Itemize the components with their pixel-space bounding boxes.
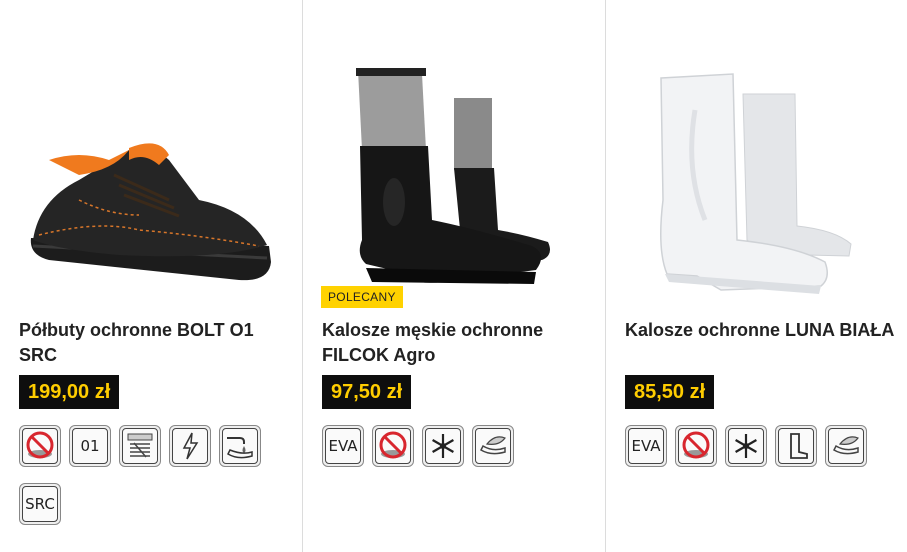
product-card-filcok[interactable]: POLECANY Kalosze męskie ochronne FILCOK … <box>321 0 602 552</box>
src-icon: SRC <box>19 483 61 525</box>
product-price: 199,00 zł <box>19 375 120 409</box>
snowflake-icon <box>725 425 767 467</box>
column-divider <box>605 0 606 552</box>
eva-label: EVA <box>628 428 664 464</box>
product-price: 97,50 zł <box>322 375 412 409</box>
electric-icon <box>169 425 211 467</box>
product-image[interactable] <box>625 50 905 310</box>
product-title[interactable]: Kalosze ochronne LUNA BIAŁA <box>625 318 895 343</box>
leaf-sole-icon <box>825 425 867 467</box>
snowflake-icon <box>422 425 464 467</box>
eva-icon: EVA <box>322 425 364 467</box>
o1-label: 01 <box>72 428 108 464</box>
product-grid: Półbuty ochronne BOLT O1 SRC 199,00 zł 0… <box>0 0 907 552</box>
eva-label: EVA <box>325 428 361 464</box>
no-metal-icon <box>19 425 61 467</box>
antistatic-sole-icon <box>119 425 161 467</box>
src-label: SRC <box>22 486 58 522</box>
eva-icon: EVA <box>625 425 667 467</box>
product-price: 85,50 zł <box>625 375 715 409</box>
o1-icon: 01 <box>69 425 111 467</box>
no-metal-icon <box>675 425 717 467</box>
product-title[interactable]: Kalosze męskie ochronne FILCOK Agro <box>322 318 592 368</box>
column-divider <box>302 0 303 552</box>
boot-icon <box>775 425 817 467</box>
product-card-bolt[interactable]: Półbuty ochronne BOLT O1 SRC 199,00 zł 0… <box>19 0 299 552</box>
product-card-luna[interactable]: Kalosze ochronne LUNA BIAŁA 85,50 zł EVA <box>625 0 905 552</box>
leaf-sole-icon <box>472 425 514 467</box>
product-image[interactable] <box>322 50 602 310</box>
product-title[interactable]: Półbuty ochronne BOLT O1 SRC <box>19 318 289 368</box>
no-metal-icon <box>372 425 414 467</box>
oil-resistant-icon <box>219 425 261 467</box>
recommended-badge: POLECANY <box>321 286 403 308</box>
product-image[interactable] <box>19 50 299 310</box>
